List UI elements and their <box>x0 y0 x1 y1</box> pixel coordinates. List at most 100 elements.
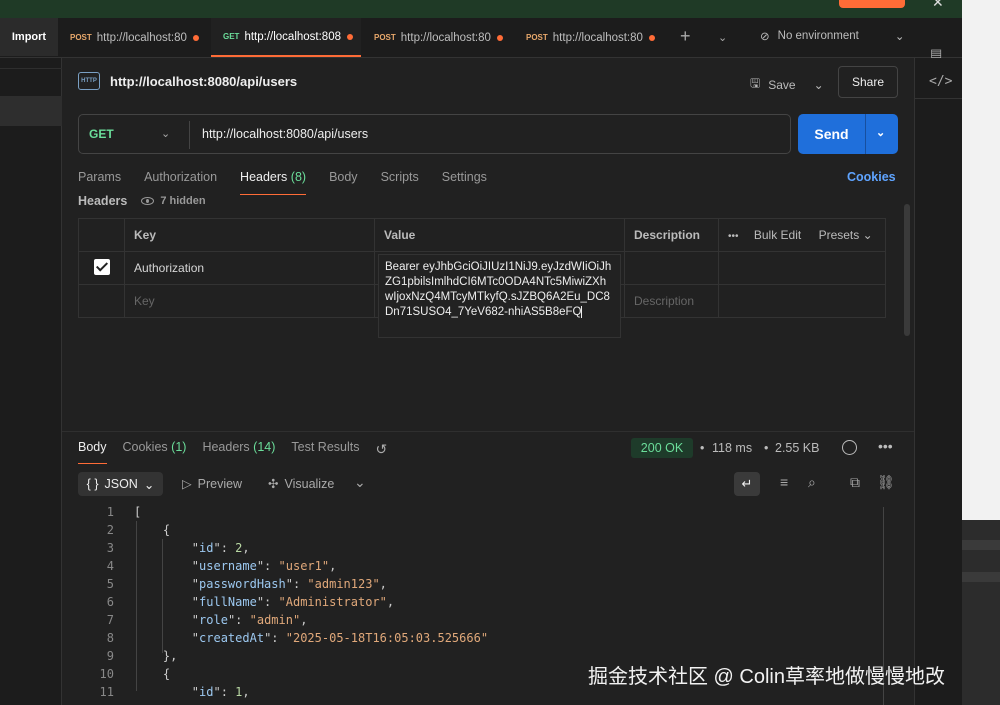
bulk-edit-button[interactable]: Bulk Edit <box>754 228 801 242</box>
background-bar <box>962 540 1000 550</box>
scrollbar[interactable] <box>904 204 910 336</box>
code-line: 5 "passwordHash": "admin123", <box>62 575 882 593</box>
tab-label: Body <box>78 440 107 454</box>
play-icon: ▷ <box>182 477 192 491</box>
unsaved-dot <box>192 34 199 41</box>
code-text: }, <box>134 649 178 663</box>
request-header: HTTP http://localhost:8080/api/users 🖫 S… <box>78 66 908 100</box>
response-divider[interactable] <box>62 431 914 432</box>
hidden-headers-toggle[interactable]: 7 hidden <box>141 195 206 207</box>
visualize-button[interactable]: ✣ Visualize <box>268 476 334 492</box>
chevron-down-icon[interactable]: ⌄ <box>814 78 824 92</box>
key-placeholder[interactable]: Key <box>124 284 375 318</box>
request-tab[interactable]: POST http://localhost:80 <box>514 18 666 57</box>
headers-section-title: Headers 7 hidden <box>78 194 206 208</box>
tabs-dropdown-chevron-icon[interactable]: ⌄ <box>718 31 727 44</box>
send-label: Send <box>814 126 849 142</box>
json-key: id <box>199 541 214 555</box>
json-key: id <box>199 685 214 699</box>
header-value-editor[interactable]: Bearer eyJhbGciOiJIUzI1NiJ9.eyJzdWIiOiJh… <box>378 254 621 338</box>
search-icon[interactable]: ⌕ <box>808 474 816 491</box>
request-title[interactable]: http://localhost:8080/api/users <box>110 74 297 89</box>
code-line: 4 "username": "user1", <box>62 557 882 575</box>
close-icon[interactable]: ✕ <box>932 0 944 11</box>
tab-response-headers[interactable]: Headers (14) <box>202 440 275 464</box>
enabled-checkbox[interactable] <box>93 258 110 275</box>
upgrade-button[interactable] <box>839 0 905 8</box>
tab-count: (8) <box>290 170 307 184</box>
json-key: passwordHash <box>199 577 286 591</box>
add-tab-icon[interactable]: + <box>680 26 691 47</box>
history-icon[interactable]: ↺ <box>376 441 388 458</box>
filter-icon[interactable]: ≡ <box>780 474 788 490</box>
separator-dot: • <box>764 441 769 455</box>
sidebar-selected-item[interactable] <box>0 96 62 126</box>
environment-selector[interactable]: ⊘ No environment ⌄ <box>760 29 904 43</box>
wrap-lines-icon[interactable]: ↵ <box>734 472 760 496</box>
tab-headers[interactable]: Headers (8) <box>240 170 307 195</box>
separator-dot: • <box>700 441 705 455</box>
code-line: 2 { <box>62 521 882 539</box>
json-value: "admin123" <box>307 577 380 591</box>
preview-button[interactable]: ▷ Preview <box>182 476 242 492</box>
tab-label: Body <box>329 170 358 184</box>
header-description-cell[interactable] <box>624 251 719 285</box>
copy-icon[interactable]: ⧉ <box>850 474 860 491</box>
tab-body[interactable]: Body <box>329 170 358 194</box>
request-tab[interactable]: POST http://localhost:80 <box>362 18 512 57</box>
watermark: 掘金技术社区 @ Colin草率地做慢慢地改 <box>588 666 945 688</box>
json-value: "2025-05-18T16:05:03.525666" <box>285 631 489 645</box>
header-key-cell[interactable]: Authorization <box>124 251 375 285</box>
tab-scripts[interactable]: Scripts <box>381 170 419 194</box>
request-tab[interactable]: POST http://localhost:80 <box>58 18 210 57</box>
format-selector[interactable]: { } JSON ⌄ <box>78 472 163 496</box>
url-input[interactable]: http://localhost:8080/api/users <box>202 127 368 141</box>
tab-test-results[interactable]: Test Results <box>291 440 359 464</box>
url-bar: GET ⌄ http://localhost:8080/api/users <box>78 114 791 154</box>
more-icon[interactable]: ••• <box>728 231 739 242</box>
tab-label: Test Results <box>291 440 360 454</box>
chevron-down-icon[interactable]: ⌄ <box>161 127 170 140</box>
import-button[interactable]: Import <box>0 18 58 56</box>
presets-dropdown[interactable]: Presets <box>819 228 860 242</box>
eye-icon <box>141 197 155 205</box>
send-button[interactable]: Send ⌄ <box>798 114 898 154</box>
column-key: Key <box>124 218 375 252</box>
status-badge[interactable]: 200 OK <box>631 438 693 458</box>
method-badge: POST <box>526 33 548 42</box>
tab-settings[interactable]: Settings <box>442 170 487 194</box>
unsaved-dot <box>496 34 503 41</box>
response-size[interactable]: 2.55 KB <box>775 441 819 455</box>
tab-authorization[interactable]: Authorization <box>144 170 217 194</box>
cookies-link[interactable]: Cookies <box>847 170 896 184</box>
description-placeholder[interactable]: Description <box>624 284 719 318</box>
visualize-icon: ✣ <box>268 477 279 491</box>
row-checkbox-cell <box>78 284 125 318</box>
request-tab-active[interactable]: GET http://localhost:808 <box>211 18 361 57</box>
header-value-text: Bearer eyJhbGciOiJIUzI1NiJ9.eyJzdWIiOiJh… <box>385 261 612 318</box>
tab-response-body[interactable]: Body <box>78 440 107 464</box>
save-button[interactable]: 🖫 Save ⌄ <box>750 74 824 95</box>
http-icon: HTTP <box>78 72 100 90</box>
left-sidebar <box>0 58 62 705</box>
response-time[interactable]: 118 ms <box>712 441 752 455</box>
code-text: "passwordHash": "admin123", <box>134 577 387 591</box>
method-badge: GET <box>223 32 240 41</box>
more-icon[interactable]: ••• <box>878 438 893 454</box>
share-button[interactable]: Share <box>838 66 898 98</box>
code-text: [ <box>134 505 142 519</box>
tab-params[interactable]: Params <box>78 170 121 194</box>
method-selector[interactable]: GET <box>89 127 114 141</box>
code-line: 1[ <box>62 503 882 521</box>
chevron-down-icon[interactable]: ⌄ <box>876 126 885 139</box>
json-key: fullName <box>199 595 257 609</box>
link-icon[interactable]: ⛓ <box>877 474 895 491</box>
chevron-down-icon: ⌄ <box>143 477 155 492</box>
tab-response-cookies[interactable]: Cookies (1) <box>123 440 187 464</box>
chevron-down-icon[interactable]: ⌄ <box>354 474 366 491</box>
globe-icon[interactable] <box>842 440 857 455</box>
code-text: "fullName": "Administrator", <box>134 595 395 609</box>
tab-label: http://localhost:80 <box>400 31 491 44</box>
line-number: 9 <box>106 649 114 663</box>
headers-label: Headers <box>78 194 128 208</box>
